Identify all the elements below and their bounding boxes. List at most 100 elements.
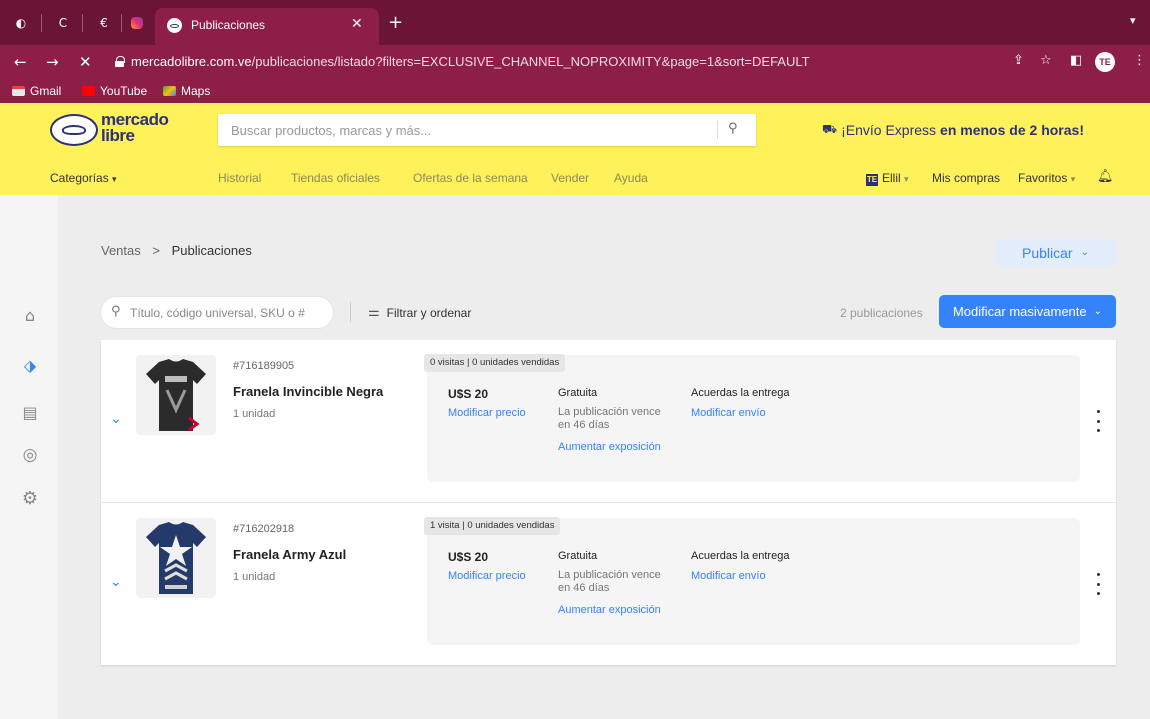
product-thumbnail[interactable]	[136, 518, 216, 598]
nav-historial[interactable]: Historial	[218, 171, 261, 185]
nav-ayuda[interactable]: Ayuda	[614, 171, 648, 185]
listing-shipping: Acuerdas la entrega	[691, 550, 790, 562]
sliders-icon: ⚌	[368, 305, 380, 320]
bookmark-youtube[interactable]: YouTube	[82, 84, 147, 98]
address-bar-row: ← → ✕ mercadolibre.com.ve/publicaciones/…	[0, 45, 1150, 79]
expand-chevron-icon[interactable]: ⌄	[110, 411, 122, 427]
nav-ofertas[interactable]: Ofertas de la semana	[413, 171, 528, 185]
nav-vender[interactable]: Vender	[551, 171, 589, 185]
tab-search-chevron-icon[interactable]: ▾	[1130, 14, 1136, 27]
pinned-tab-icon[interactable]: ◐	[10, 12, 32, 34]
bookmark-maps[interactable]: Maps	[163, 84, 210, 98]
nav-user-name: Ellil	[882, 171, 901, 185]
chevron-down-icon: ⌄	[1080, 247, 1089, 258]
active-tab[interactable]: Publicaciones ✕	[155, 8, 379, 45]
listing-code: #716202918	[233, 523, 295, 535]
notifications-bell-icon[interactable]: 🔔︎	[1097, 169, 1114, 184]
listing-title[interactable]: Franela Army Azul	[233, 547, 346, 562]
logo-text[interactable]: mercado libre	[101, 111, 181, 144]
listing-row: ⌄ #716202918 Franela Army Azul 1 unidad …	[101, 502, 1116, 664]
breadcrumb-ventas[interactable]: Ventas	[101, 243, 141, 258]
side-panel-icon[interactable]: ◧	[1070, 53, 1082, 68]
bulk-edit-label: Modificar masivamente	[952, 304, 1087, 319]
listing-code: #716189905	[233, 360, 295, 372]
modify-price-link[interactable]: Modificar precio	[448, 570, 526, 582]
filter-sort-label: Filtrar y ordenar	[386, 305, 472, 320]
boost-exposure-link[interactable]: Aumentar exposición	[558, 604, 661, 616]
forward-icon[interactable]: →	[46, 53, 59, 71]
tag-icon[interactable]: ⬗	[20, 355, 40, 375]
back-icon[interactable]: ←	[14, 53, 27, 71]
site-search-input[interactable]: Buscar productos, marcas y más... ⚲	[218, 114, 756, 146]
bookmarks-bar: Gmail YouTube Maps	[0, 79, 1150, 103]
left-sidebar: ⌂ ⬗ ▤ ◎ ⚙	[0, 195, 58, 719]
boost-exposure-link[interactable]: Aumentar exposición	[558, 441, 661, 453]
nav-label: Categorías	[50, 171, 109, 185]
nav-mis-compras[interactable]: Mis compras	[932, 171, 1000, 185]
listing-expiry: La publicación vence en 46 días	[558, 406, 661, 431]
listing-units: 1 unidad	[233, 408, 276, 420]
share-icon[interactable]: ⇪	[1013, 53, 1024, 68]
nav-favoritos[interactable]: Favoritos ▾	[1018, 171, 1075, 185]
menu-hamburger-icon[interactable]	[22, 221, 40, 235]
tab-separator	[82, 14, 83, 32]
publicar-button[interactable]: Publicar ⌄	[995, 238, 1116, 267]
bookmark-gmail[interactable]: Gmail	[12, 84, 61, 98]
listings-search-placeholder: Título, código universal, SKU o #	[130, 306, 305, 320]
browser-menu-icon[interactable]: ⋮	[1133, 53, 1146, 68]
close-tab-icon[interactable]: ✕	[351, 16, 363, 32]
expand-chevron-icon[interactable]: ⌄	[110, 574, 122, 590]
listings-count: 2 publicaciones	[840, 306, 923, 320]
chevron-down-icon: ▾	[904, 174, 909, 184]
settings-gear-icon[interactable]: ⚙	[20, 488, 40, 509]
nav-categorias[interactable]: Categorías ▾	[50, 171, 117, 185]
modify-shipping-link[interactable]: Modificar envío	[691, 407, 766, 419]
shopping-bag-icon[interactable]: ⌂	[20, 305, 40, 325]
more-options-icon[interactable]	[1094, 573, 1102, 595]
tab-separator	[121, 14, 122, 32]
invoice-icon[interactable]: ▤	[20, 402, 40, 422]
bookmark-label: Gmail	[30, 84, 62, 98]
url-field[interactable]: mercadolibre.com.ve/publicaciones/listad…	[131, 54, 810, 69]
mercadolibre-logo-icon[interactable]	[50, 114, 98, 146]
pinned-tab-c-icon[interactable]: C	[52, 12, 74, 34]
listing-info-panel: 1 visita | 0 unidades vendidas U$S 20 Mo…	[424, 517, 1080, 645]
nav-tiendas-oficiales[interactable]: Tiendas oficiales	[291, 171, 380, 185]
breadcrumb-publicaciones: Publicaciones	[171, 243, 252, 258]
product-thumbnail[interactable]	[136, 355, 216, 435]
modify-shipping-link[interactable]: Modificar envío	[691, 570, 766, 582]
bookmark-label: Maps	[181, 84, 211, 98]
stop-loading-icon[interactable]: ✕	[79, 53, 92, 71]
promo-bold: en menos de 2 horas!	[940, 122, 1084, 138]
filter-sort-button[interactable]: ⚌ Filtrar y ordenar	[368, 305, 471, 320]
listings-search-input[interactable]: ⚲ Título, código universal, SKU o #	[101, 297, 333, 328]
listing-stats-badge: 1 visita | 0 unidades vendidas	[424, 517, 561, 535]
user-circle-icon[interactable]: ◎	[20, 445, 40, 465]
search-icon[interactable]: ⚲	[728, 121, 738, 136]
new-tab-icon[interactable]: +	[388, 12, 403, 33]
more-options-icon[interactable]	[1094, 410, 1102, 432]
listing-title[interactable]: Franela Invincible Negra	[233, 384, 383, 399]
bookmark-star-icon[interactable]: ☆	[1040, 53, 1052, 68]
express-truck-icon: ⛟	[822, 122, 838, 136]
url-host: mercadolibre.com.ve	[131, 54, 252, 69]
listing-expiry: La publicación vence en 46 días	[558, 569, 661, 594]
url-path: /publicaciones/listado?filters=EXCLUSIVE…	[251, 54, 810, 69]
site-header: mercado libre Buscar productos, marcas y…	[0, 103, 1150, 195]
listing-units: 1 unidad	[233, 571, 276, 583]
profile-avatar[interactable]: TE	[1095, 52, 1115, 72]
modify-price-link[interactable]: Modificar precio	[448, 407, 526, 419]
publicar-label: Publicar	[1022, 244, 1073, 261]
mercadolibre-favicon-icon	[167, 18, 182, 33]
search-placeholder: Buscar productos, marcas y más...	[231, 123, 432, 138]
instagram-tab-icon[interactable]	[126, 12, 148, 34]
nav-user-menu[interactable]: TE Ellil ▾	[866, 171, 909, 186]
tab-separator	[41, 14, 42, 32]
maps-icon	[163, 86, 176, 96]
promo-banner[interactable]: ⛟ ¡Envío Express en menos de 2 horas!	[822, 122, 1084, 138]
pinned-tab-e-icon[interactable]: €	[93, 12, 115, 34]
listing-price: U$S 20	[448, 550, 489, 564]
listing-plan: Gratuita	[558, 387, 598, 399]
bulk-edit-button[interactable]: Modificar masivamente ⌄	[939, 295, 1116, 328]
toolbar-divider	[350, 302, 351, 322]
